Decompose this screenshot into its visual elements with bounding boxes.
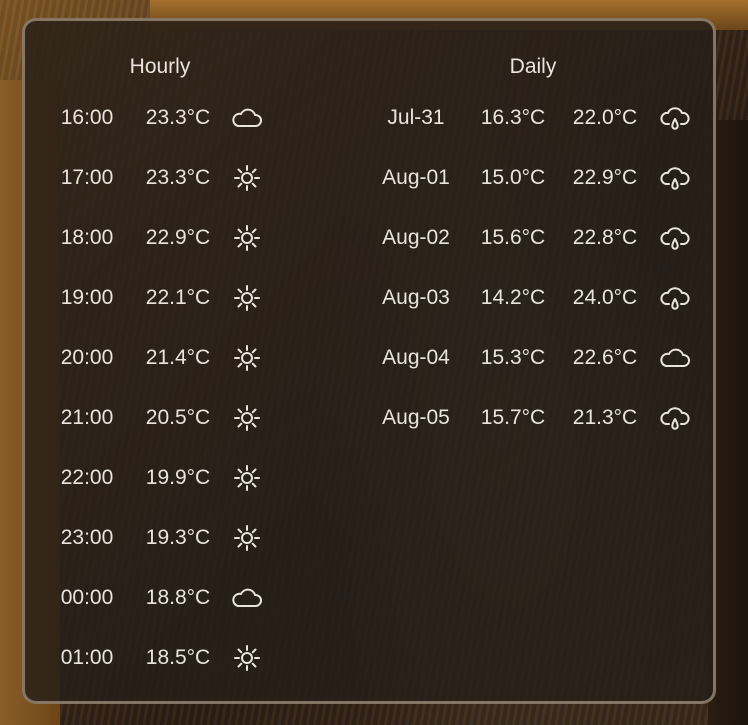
daily-high-temp: 24.0°C xyxy=(572,286,638,309)
hourly-time: 20:00 xyxy=(60,346,114,369)
hourly-temp: 19.3°C xyxy=(145,526,211,549)
hourly-temp: 21.4°C xyxy=(145,346,211,369)
hourly-time: 19:00 xyxy=(60,286,114,309)
sun-icon xyxy=(230,161,264,195)
sun-icon xyxy=(230,281,264,315)
daily-high-temp: 22.8°C xyxy=(572,226,638,249)
rain-cloud-icon xyxy=(658,161,692,195)
hourly-time: 18:00 xyxy=(60,226,114,249)
hourly-temp: 18.5°C xyxy=(145,646,211,669)
sun-icon xyxy=(230,221,264,255)
hourly-time: 23:00 xyxy=(60,526,114,549)
hourly-time: 01:00 xyxy=(60,646,114,669)
daily-date: Aug-02 xyxy=(382,226,450,249)
daily-low-temp: 14.2°C xyxy=(480,286,546,309)
daily-high-temp: 22.9°C xyxy=(572,166,638,189)
cloud-icon xyxy=(230,581,264,615)
daily-low-temp: 15.3°C xyxy=(480,346,546,369)
hourly-time: 21:00 xyxy=(60,406,114,429)
rain-cloud-icon xyxy=(658,221,692,255)
hourly-time: 22:00 xyxy=(60,466,114,489)
daily-high-temp: 22.0°C xyxy=(572,106,638,129)
daily-heading: Daily xyxy=(509,55,557,78)
rain-cloud-icon xyxy=(658,101,692,135)
cloud-icon xyxy=(658,341,692,375)
hourly-heading: Hourly xyxy=(129,55,191,78)
hourly-time: 17:00 xyxy=(60,166,114,189)
daily-high-temp: 22.6°C xyxy=(572,346,638,369)
daily-date: Aug-01 xyxy=(382,166,450,189)
daily-low-temp: 15.6°C xyxy=(480,226,546,249)
sun-icon xyxy=(230,461,264,495)
hourly-temp: 19.9°C xyxy=(145,466,211,489)
sun-icon xyxy=(230,401,264,435)
daily-low-temp: 15.7°C xyxy=(480,406,546,429)
rain-cloud-icon xyxy=(658,281,692,315)
daily-date: Jul-31 xyxy=(387,106,445,129)
hourly-temp: 18.8°C xyxy=(145,586,211,609)
daily-date: Aug-04 xyxy=(382,346,450,369)
hourly-temp: 20.5°C xyxy=(145,406,211,429)
weather-panel: Hourly Daily 16:00 23.3°C 17:00 23.3°C 18:00… xyxy=(22,18,716,704)
daily-date: Aug-05 xyxy=(382,406,450,429)
rain-cloud-icon xyxy=(658,401,692,435)
hourly-time: 16:00 xyxy=(60,106,114,129)
daily-low-temp: 16.3°C xyxy=(480,106,546,129)
hourly-temp: 23.3°C xyxy=(145,106,211,129)
sun-icon xyxy=(230,521,264,555)
hourly-temp: 22.1°C xyxy=(145,286,211,309)
hourly-temp: 22.9°C xyxy=(145,226,211,249)
daily-high-temp: 21.3°C xyxy=(572,406,638,429)
daily-low-temp: 15.0°C xyxy=(480,166,546,189)
cloud-icon xyxy=(230,101,264,135)
sun-icon xyxy=(230,341,264,375)
daily-date: Aug-03 xyxy=(382,286,450,309)
hourly-temp: 23.3°C xyxy=(145,166,211,189)
sun-icon xyxy=(230,641,264,675)
hourly-time: 00:00 xyxy=(60,586,114,609)
